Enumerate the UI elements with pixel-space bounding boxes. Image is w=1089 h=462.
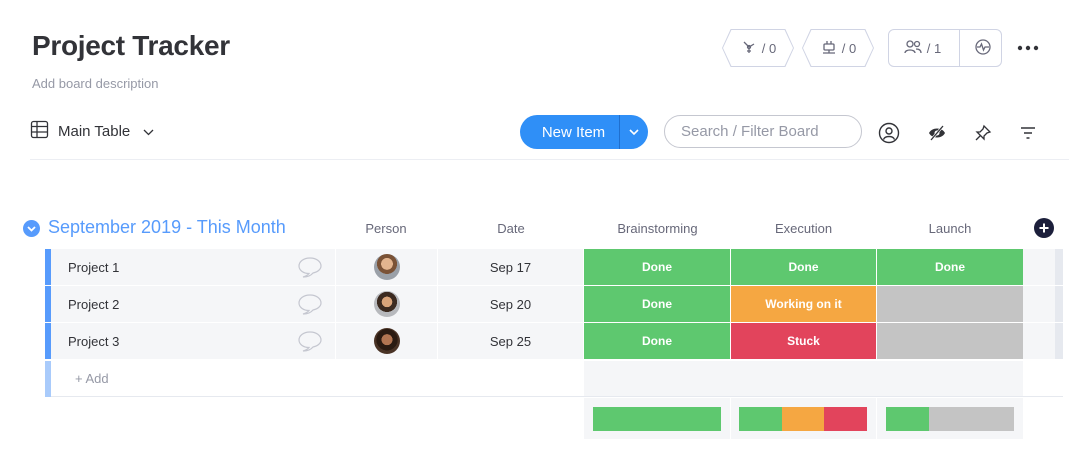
members-activity-group: / 1 [888, 29, 1002, 67]
tag-divider [959, 30, 960, 66]
row-end-cell [1023, 323, 1055, 359]
avatar [373, 254, 400, 280]
summary-segment-done [739, 407, 782, 431]
activity-button[interactable] [964, 38, 1001, 59]
column-header-date[interactable]: Date [438, 221, 584, 236]
toolbar-divider [30, 159, 1069, 160]
speech-bubble-icon[interactable] [284, 286, 335, 322]
new-item-button[interactable]: New Item [520, 115, 648, 149]
summary-bar-execution [739, 407, 867, 431]
summary-segment-empty [928, 407, 1014, 431]
summary-cell-brainstorming [584, 398, 730, 439]
view-label: Main Table [58, 123, 131, 140]
summary-cell-execution [731, 398, 876, 439]
search-input[interactable]: Search / Filter Board [664, 115, 862, 148]
status-cell-launch[interactable] [877, 323, 1023, 359]
speech-bubble-icon[interactable] [284, 249, 335, 285]
date-cell[interactable]: Sep 20 [438, 286, 583, 322]
chevron-down-icon [629, 128, 639, 135]
date-cell[interactable]: Sep 17 [438, 249, 583, 285]
integrations-button[interactable]: / 0 [802, 29, 874, 67]
plus-circle-icon[interactable] [1034, 218, 1054, 238]
column-header-launch[interactable]: Launch [877, 221, 1023, 236]
column-header-brainstorming[interactable]: Brainstorming [585, 221, 730, 236]
item-name-cell[interactable]: Project 1 [51, 249, 284, 285]
summary-segment-done [593, 407, 721, 431]
row-end-cell [1023, 249, 1055, 285]
summary-segment-working [781, 407, 825, 431]
eye-slash-icon[interactable] [925, 122, 949, 144]
item-name-cell[interactable]: Project 3 [51, 323, 284, 359]
members-count: / 1 [926, 40, 942, 56]
integrations-count: / 0 [841, 40, 857, 56]
summary-segment-stuck [824, 407, 867, 431]
summary-bar-brainstorming [593, 407, 721, 431]
board-description[interactable]: Add board description [32, 76, 158, 91]
item-name: Project 3 [68, 333, 120, 349]
status-cell-execution[interactable]: Working on it [731, 286, 876, 322]
status-cell-execution[interactable]: Stuck [731, 323, 876, 359]
filter-lines-icon[interactable] [1016, 122, 1040, 144]
summary-cell-launch [877, 398, 1023, 439]
more-dots-icon[interactable] [1014, 36, 1042, 60]
person-cell[interactable] [336, 323, 437, 359]
people-icon [903, 38, 923, 59]
board-title[interactable]: Project Tracker [32, 30, 230, 62]
chevron-circle-icon[interactable] [23, 220, 40, 237]
summary-bar-launch [886, 407, 1014, 431]
column-header-execution[interactable]: Execution [731, 221, 876, 236]
item-name: Project 1 [68, 259, 120, 275]
item-name: Project 2 [68, 296, 120, 312]
status-cell-launch[interactable]: Done [877, 249, 1023, 285]
row-scroll-edge [1055, 323, 1063, 359]
status-cell-brainstorming[interactable]: Done [584, 323, 730, 359]
members-button[interactable]: / 1 [889, 38, 955, 59]
automations-button[interactable]: / 0 [722, 29, 794, 67]
group-title[interactable]: September 2019 - This Month [48, 217, 286, 238]
new-item-dropdown[interactable] [620, 128, 648, 136]
row-scroll-edge [1055, 249, 1063, 285]
pin-icon[interactable] [971, 122, 995, 144]
add-item-input[interactable]: + Add [51, 361, 584, 397]
column-header-person[interactable]: Person [336, 221, 436, 236]
item-name-cell[interactable]: Project 2 [51, 286, 284, 322]
plug-icon [820, 38, 838, 59]
person-cell[interactable] [336, 286, 437, 322]
avatar [373, 328, 400, 354]
person-circle-icon[interactable] [877, 121, 901, 145]
view-selector[interactable]: Main Table [30, 120, 154, 143]
add-row-filler [584, 361, 1023, 397]
status-cell-brainstorming[interactable]: Done [584, 286, 730, 322]
status-cell-launch[interactable] [877, 286, 1023, 322]
new-item-label: New Item [541, 123, 606, 141]
row-end-cell [1023, 286, 1055, 322]
automations-count: / 0 [761, 40, 777, 56]
date-cell[interactable]: Sep 25 [438, 323, 583, 359]
speech-bubble-icon[interactable] [284, 323, 335, 359]
status-cell-execution[interactable]: Done [731, 249, 876, 285]
chevron-down-icon [143, 123, 154, 140]
row-scroll-edge [1055, 286, 1063, 322]
pulse-icon [974, 38, 992, 59]
table-icon [30, 120, 49, 143]
robot-arm-icon [740, 38, 758, 59]
add-row-end [1023, 361, 1063, 397]
status-cell-brainstorming[interactable]: Done [584, 249, 730, 285]
summary-segment-done [886, 407, 929, 431]
avatar [373, 291, 400, 317]
person-cell[interactable] [336, 249, 437, 285]
